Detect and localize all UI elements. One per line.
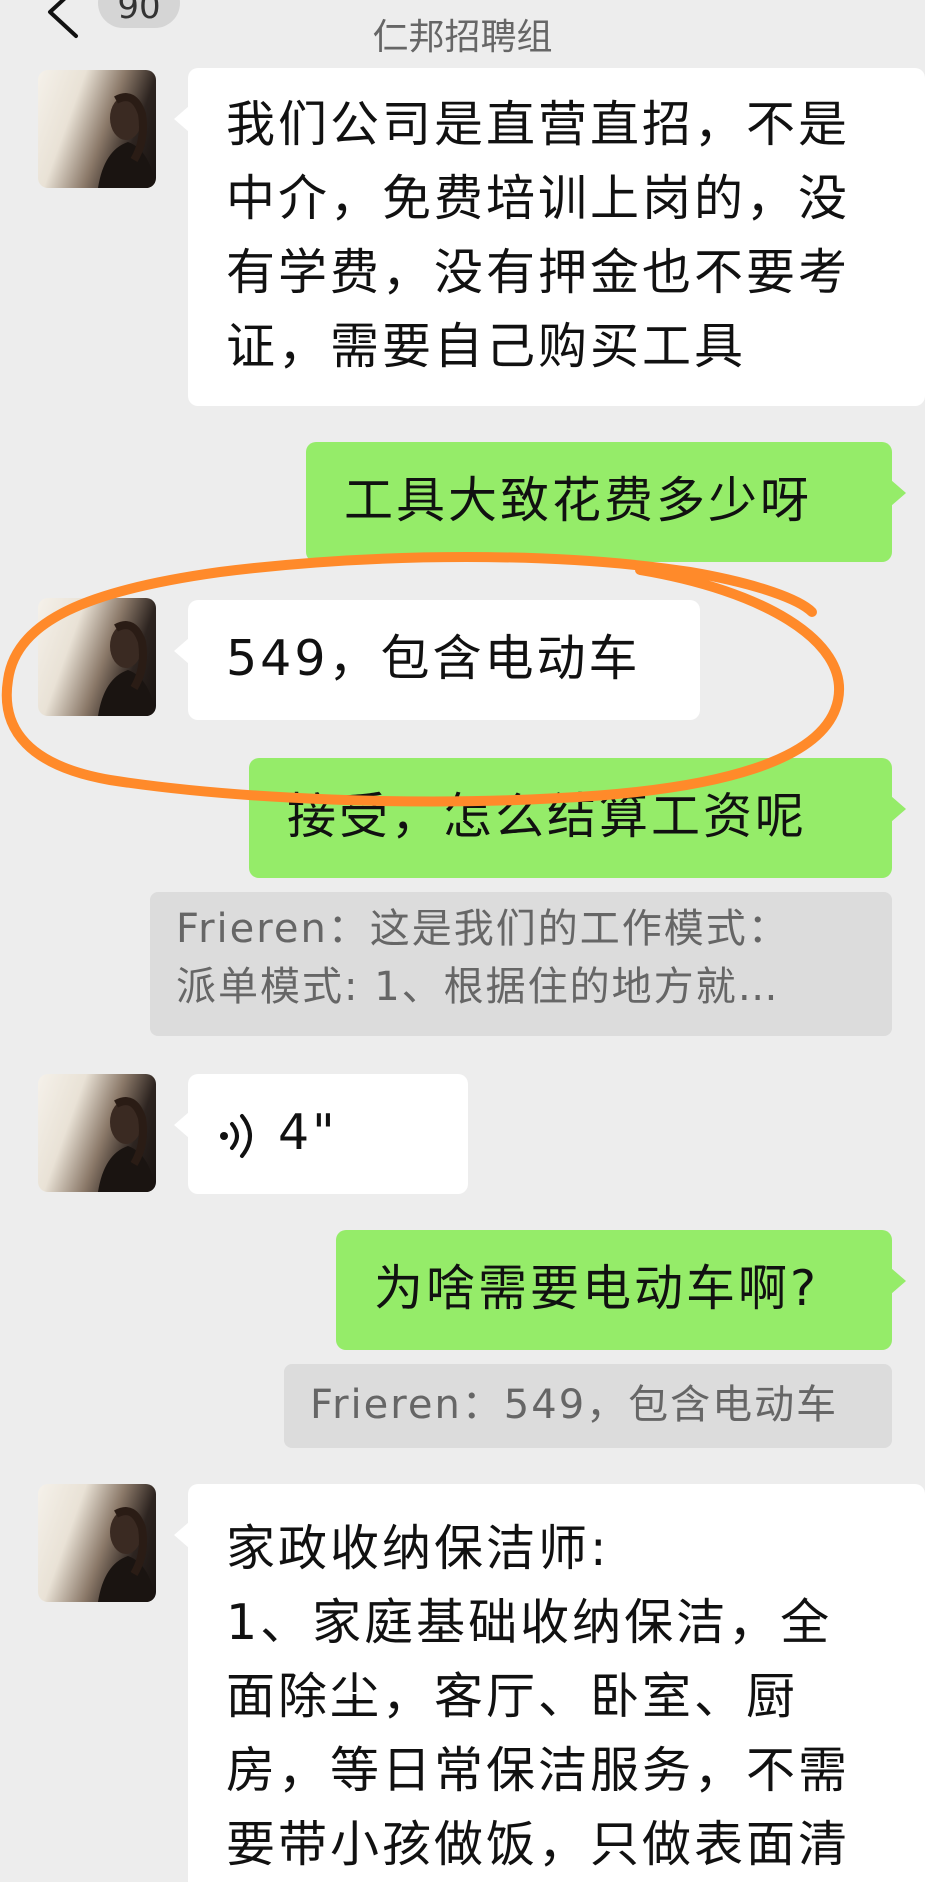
quote-line: Frieren：549，包含电动车	[310, 1382, 839, 1428]
message-line: 1、家庭基础收纳保洁，全	[226, 1594, 833, 1651]
message-line: 有学费，没有押金也不要考	[226, 244, 851, 301]
quote-line: Frieren：这是我们的工作模式：	[176, 906, 790, 952]
voice-wave-icon	[220, 1113, 252, 1158]
message-line: 要带小孩做饭，只做表面清	[226, 1816, 851, 1873]
quoted-reply[interactable]: Frieren：549，包含电动车	[284, 1364, 892, 1448]
message-line: 房，等日常保洁服务，不需	[226, 1742, 851, 1799]
quote-line: 派单模式: 1、根据住的地方就…	[176, 964, 780, 1010]
message-text: 接受，怎么结算工资呢	[287, 788, 808, 845]
message-line: 中介，免费培训上岗的，没	[226, 170, 851, 227]
chat-header: 90 仁邦招聘组	[0, 0, 925, 66]
message-text: 为啥需要电动车啊?	[374, 1260, 820, 1317]
contact-avatar[interactable]	[38, 1484, 156, 1602]
avatar-photo-icon	[98, 1097, 156, 1192]
quoted-reply[interactable]: Frieren：这是我们的工作模式： 派单模式: 1、根据住的地方就…	[150, 892, 892, 1036]
avatar-photo-icon	[98, 93, 156, 188]
message-bubble-incoming[interactable]: 549，包含电动车	[174, 600, 700, 720]
message-bubble-outgoing[interactable]: 接受，怎么结算工资呢	[249, 758, 906, 878]
chat-title: 仁邦招聘组	[372, 17, 553, 58]
contact-avatar[interactable]	[38, 1074, 156, 1192]
message-text: 549，包含电动车	[226, 630, 641, 687]
message-line: 证，需要自己购买工具	[226, 318, 747, 375]
message-bubble-outgoing[interactable]: 工具大致花费多少呀	[306, 442, 906, 562]
message-text: 工具大致花费多少呀	[344, 472, 813, 529]
message-bubble-incoming[interactable]: 我们公司是直营直招，不是 中介，免费培训上岗的，没 有学费，没有押金也不要考 证…	[174, 68, 925, 406]
message-line: 我们公司是直营直招，不是	[226, 96, 851, 153]
voice-message-bubble[interactable]: 4"	[174, 1074, 468, 1194]
voice-duration: 4"	[278, 1104, 338, 1161]
message-bubble-outgoing[interactable]: 为啥需要电动车啊?	[336, 1230, 906, 1350]
message-line: 面除尘，客厅、卧室、厨	[226, 1668, 799, 1725]
avatar-photo-icon	[98, 1507, 156, 1602]
avatar-photo-icon	[98, 621, 156, 716]
message-line: 家政收纳保洁师:	[226, 1520, 610, 1577]
contact-avatar[interactable]	[38, 598, 156, 716]
message-bubble-incoming[interactable]: 家政收纳保洁师: 1、家庭基础收纳保洁，全 面除尘，客厅、卧室、厨 房，等日常保…	[174, 1484, 925, 1882]
contact-avatar[interactable]	[38, 70, 156, 188]
